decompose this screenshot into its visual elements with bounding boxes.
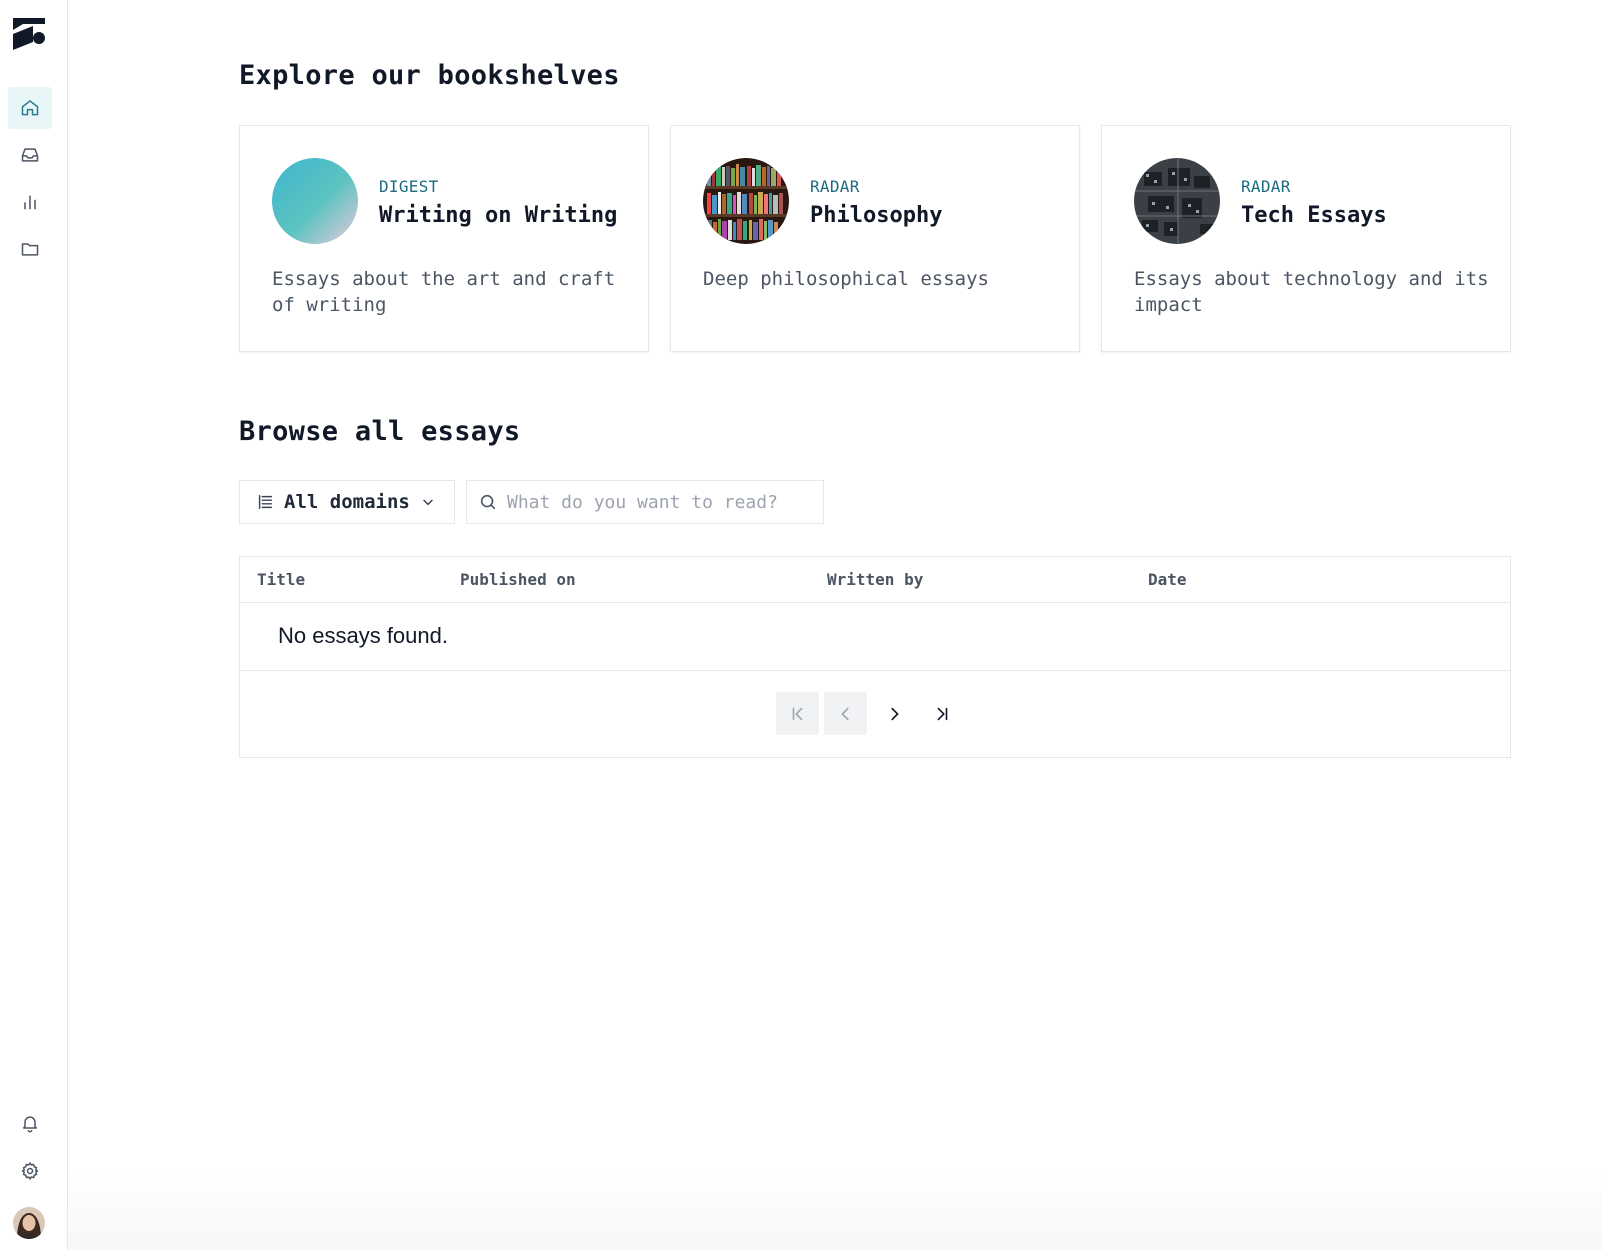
table-row-empty: No essays found. <box>240 603 1510 671</box>
search-icon <box>480 494 496 510</box>
essays-table: Title Published on Written by Date No es… <box>239 556 1511 758</box>
bookshelf-description: Deep philosophical essays <box>703 268 989 290</box>
empty-message: No essays found. <box>278 623 448 648</box>
bookshelf-card-philosophy[interactable]: RADAR Philosophy Deep philosophical essa… <box>670 125 1080 352</box>
user-avatar[interactable] <box>13 1207 45 1239</box>
domain-select-label: All domains <box>284 491 410 513</box>
nav-analytics-button[interactable] <box>8 181 52 223</box>
column-header-written-by[interactable]: Written by <box>827 570 923 589</box>
list-icon <box>258 494 273 510</box>
bookshelf-name: Philosophy <box>810 203 943 228</box>
bookshelf-description: Essays about technology and its impact <box>1134 268 1489 316</box>
home-icon <box>21 100 39 116</box>
previous-page-button[interactable] <box>824 692 867 735</box>
bookshelf-tag: DIGEST <box>379 177 439 196</box>
bookshelf-cards: DIGEST Writing on Writing Essays about t… <box>239 125 1511 353</box>
last-page-button[interactable] <box>920 692 963 735</box>
nav-folder-button[interactable] <box>8 228 52 270</box>
first-page-icon <box>792 707 802 720</box>
table-header: Title Published on Written by Date <box>240 557 1510 603</box>
bar-chart-icon <box>24 195 36 210</box>
bell-icon <box>23 1116 37 1133</box>
bookshelf-image <box>703 158 789 244</box>
bookshelf-card-tech[interactable]: RADAR Tech Essays Essays about technolog… <box>1101 125 1511 352</box>
bookshelf-image <box>1134 158 1220 244</box>
last-page-icon <box>937 707 947 720</box>
bookshelf-name: Tech Essays <box>1241 203 1387 228</box>
bookshelf-tag: RADAR <box>1241 177 1291 196</box>
column-header-date[interactable]: Date <box>1148 570 1187 589</box>
bookshelf-card-writing[interactable]: DIGEST Writing on Writing Essays about t… <box>239 125 649 352</box>
bookshelf-image <box>272 158 358 244</box>
bookshelf-description: Essays about the art and craft of writin… <box>272 268 616 316</box>
notifications-button[interactable] <box>8 1102 52 1144</box>
column-header-published-on[interactable]: Published on <box>460 570 576 589</box>
search-input[interactable] <box>507 491 807 513</box>
chevron-left-icon <box>841 707 849 720</box>
nav-inbox-button[interactable] <box>8 134 52 176</box>
inbox-icon <box>21 148 39 162</box>
nav-home-button[interactable] <box>8 87 52 129</box>
gear-icon <box>21 1162 39 1180</box>
first-page-button[interactable] <box>776 692 819 735</box>
bookshelves-heading: Explore our bookshelves <box>239 60 620 91</box>
bookshelf-tag: RADAR <box>810 177 860 196</box>
chevron-right-icon <box>890 707 898 720</box>
filter-controls: All domains <box>239 480 839 524</box>
browse-heading: Browse all essays <box>239 416 521 447</box>
settings-button[interactable] <box>8 1150 52 1192</box>
folder-icon <box>21 243 39 256</box>
domain-select[interactable]: All domains <box>239 480 455 524</box>
pagination <box>240 671 1510 759</box>
search-box <box>466 480 824 524</box>
brand-logo[interactable] <box>13 16 45 50</box>
next-page-button[interactable] <box>872 692 915 735</box>
bookshelf-name: Writing on Writing <box>379 203 618 228</box>
chevron-down-icon <box>423 499 433 506</box>
sidebar <box>0 0 68 1250</box>
column-header-title[interactable]: Title <box>257 570 305 589</box>
bottom-fade <box>68 1170 1602 1250</box>
